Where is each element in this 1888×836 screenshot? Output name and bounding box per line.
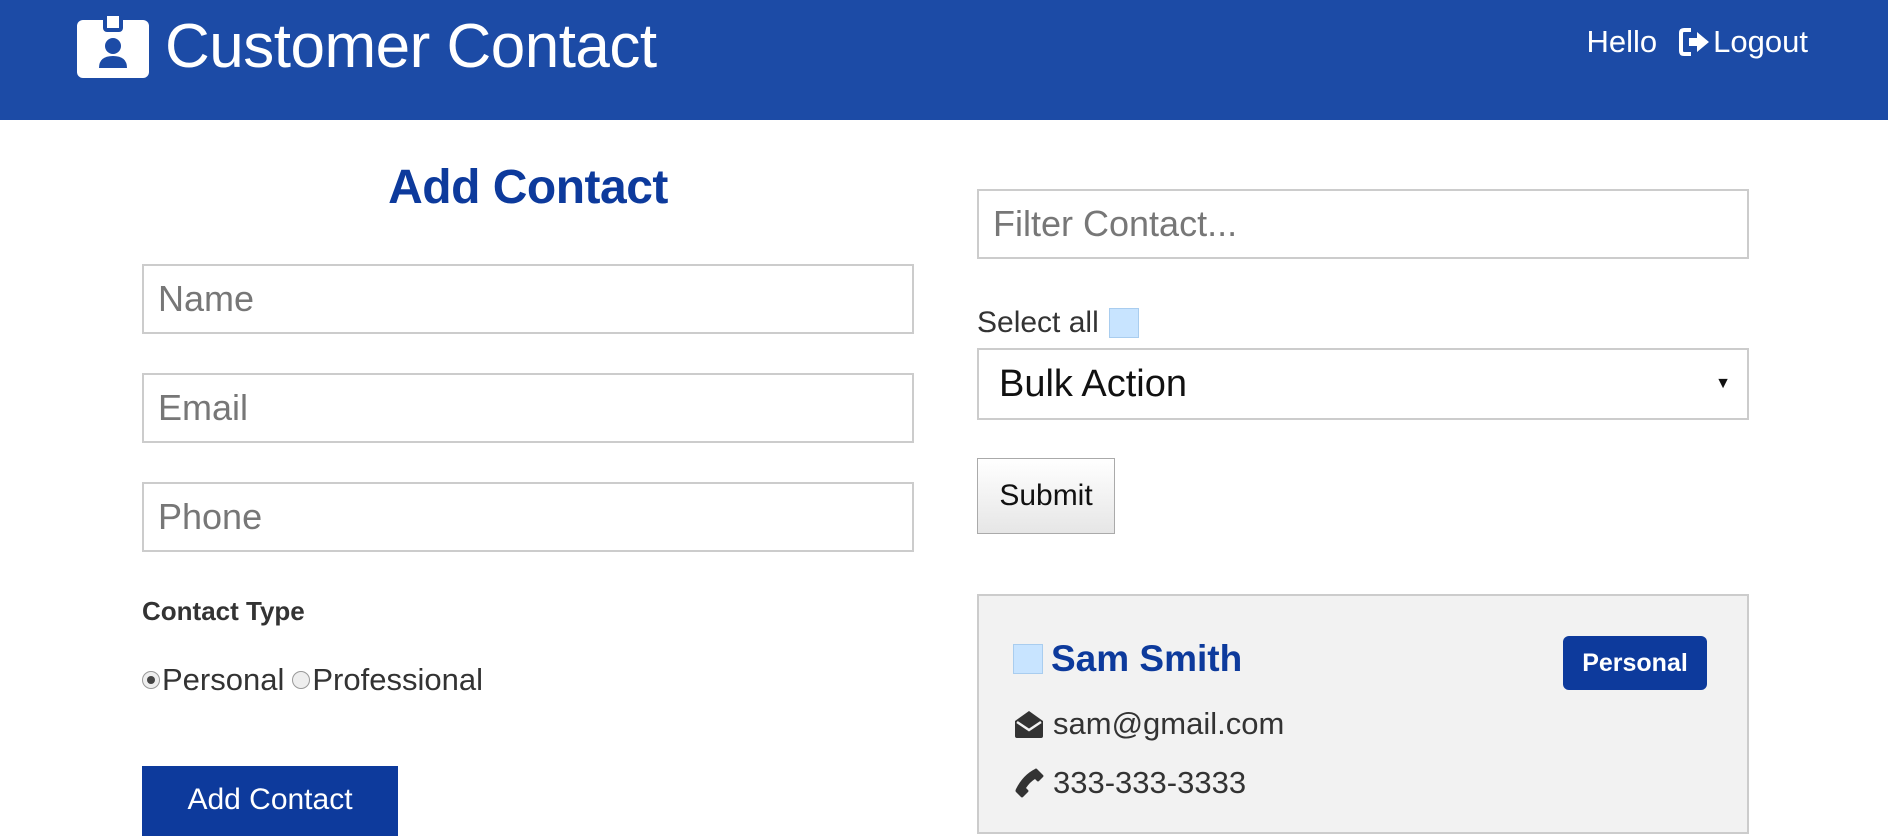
radio-personal-label[interactable]: Personal (162, 662, 284, 698)
logout-link[interactable]: Logout (1679, 24, 1808, 60)
select-all-row: Select all (977, 306, 1139, 340)
contact-phone: 333-333-3333 (1053, 765, 1247, 800)
submit-button[interactable]: Submit (977, 458, 1115, 534)
contact-type-label: Contact Type (142, 596, 305, 626)
contact-email: sam@gmail.com (1053, 706, 1285, 741)
brand[interactable]: Customer Contact (77, 11, 657, 81)
radio-professional-label[interactable]: Professional (312, 662, 483, 698)
select-all-checkbox[interactable] (1108, 308, 1139, 338)
bulk-action-select[interactable]: Bulk Action ▼ (977, 348, 1749, 420)
phone-input[interactable] (142, 482, 914, 552)
logout-label: Logout (1713, 24, 1808, 59)
contact-name[interactable]: Sam Smith (1051, 638, 1242, 680)
contact-card-header: Sam Smith (1013, 638, 1242, 680)
email-input[interactable] (142, 373, 914, 443)
add-contact-heading: Add Contact (388, 161, 668, 214)
name-input[interactable] (142, 264, 914, 334)
dropdown-arrow-icon: ▼ (1715, 375, 1731, 392)
radio-personal[interactable] (142, 671, 160, 689)
add-contact-button[interactable]: Add Contact (142, 766, 398, 836)
contact-card: Sam Smith Personal sam@gmail.com 333-333… (977, 594, 1749, 834)
contact-phone-row: 333-333-3333 (1013, 765, 1246, 801)
select-all-label: Select all (977, 306, 1099, 339)
contact-checkbox[interactable] (1013, 644, 1043, 674)
id-badge-icon (77, 14, 149, 78)
filter-input[interactable] (977, 189, 1749, 259)
bulk-action-value: Bulk Action (999, 362, 1187, 405)
app-title: Customer Contact (165, 11, 657, 81)
nav-links: Hello Logout (1587, 24, 1808, 60)
radio-professional[interactable] (292, 671, 311, 689)
hello-text: Hello (1586, 24, 1658, 59)
sign-out-icon (1679, 28, 1710, 56)
contact-email-row: sam@gmail.com (1013, 706, 1284, 742)
envelope-open-icon (1015, 711, 1043, 738)
contact-type-badge: Personal (1563, 636, 1707, 690)
navbar: Customer Contact Hello Logout (0, 0, 1888, 120)
contact-type-radio-group: Personal Professional (142, 662, 491, 698)
phone-icon (1015, 768, 1044, 798)
